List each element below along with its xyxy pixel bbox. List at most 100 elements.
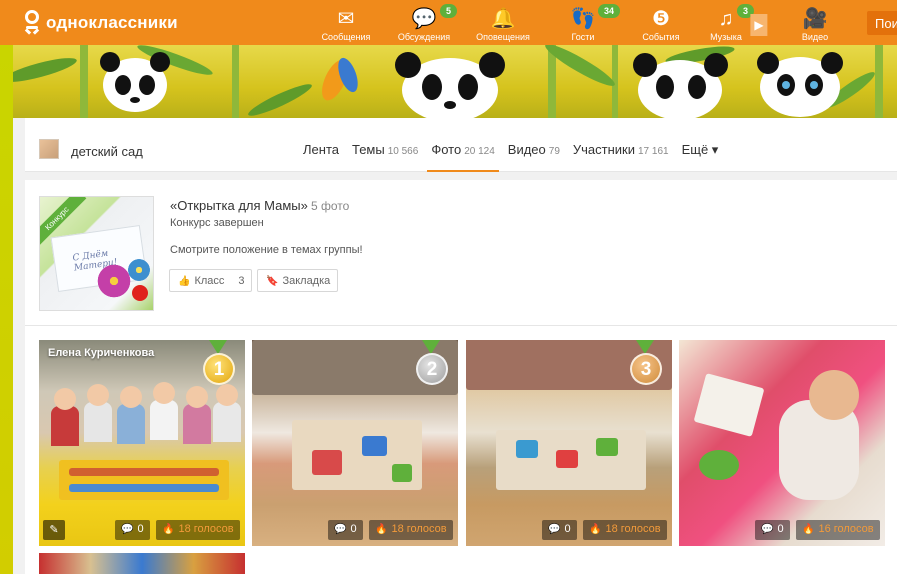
tab-more-label: Ещё ▾ [681, 142, 719, 157]
logo-text: одноклассники [46, 13, 178, 32]
like-count: 3 [238, 275, 245, 287]
vote-icon: 🔥 [375, 524, 388, 535]
album-status: Конкурс завершен [170, 217, 264, 229]
votes-count[interactable]: 🔥 18 голосов [583, 520, 667, 540]
album-thumbnail[interactable]: С Днём Матери! Конкурс [39, 196, 154, 311]
nav-guests[interactable]: 👣 34 Гости [563, 0, 621, 45]
comment-icon: 💬 [548, 524, 561, 535]
comments-value: 0 [350, 523, 357, 535]
search-button[interactable]: Пои [867, 11, 897, 35]
group-tabs: Лента Темы 10 566 Фото 20 124 Видео 79 Учас… [303, 128, 731, 172]
votes-count[interactable]: 🔥 18 голосов [369, 520, 453, 540]
tab-videos-label: Видео [507, 142, 546, 157]
discussions-badge: 5 [440, 4, 458, 18]
group-cover-banner [0, 45, 897, 118]
guests-badge: 34 [598, 4, 621, 18]
tab-topics-label: Темы [351, 142, 385, 157]
section-separator [25, 172, 897, 180]
nav-video-label: Видео [801, 32, 829, 42]
video-camera-icon: 🎥 [802, 8, 828, 30]
play-icon: ▶ [750, 14, 768, 36]
album-title[interactable]: «Открытка для Мамы» [170, 198, 308, 213]
vote-icon: 🔥 [162, 524, 175, 535]
like-label: Класс [194, 275, 225, 287]
tab-videos[interactable]: Видео 79 [508, 128, 560, 172]
tab-feed[interactable]: Лента [303, 128, 339, 172]
nav-messages-label: Сообщения [321, 32, 371, 42]
photo-author[interactable]: Елена Куриченкова [48, 347, 154, 359]
comments-count[interactable]: 💬 0 [115, 520, 150, 540]
comments-value: 0 [777, 523, 784, 535]
site-logo[interactable]: одноклассники [24, 10, 178, 36]
place-medal-icon: 2 [416, 353, 448, 385]
bookmark-button[interactable]: 🔖 Закладка [257, 269, 338, 292]
contest-photo[interactable]: 💬 0 🔥 16 голосов [679, 340, 885, 546]
nav-video[interactable]: 🎥 Видео [798, 0, 832, 45]
music-play-button[interactable]: ▶ [749, 0, 769, 45]
tab-feed-label: Лента [303, 142, 339, 157]
album-divider [25, 325, 897, 326]
comments-value: 0 [137, 523, 144, 535]
tab-members[interactable]: Участники 17 161 [573, 128, 669, 172]
nav-discussions[interactable]: 💬 5 Обсуждения [394, 0, 458, 45]
group-header: детский сад Лента Темы 10 566 Фото 20 124 … [25, 128, 897, 172]
ok-logo-icon [24, 10, 40, 36]
tab-photos[interactable]: Фото 20 124 [427, 128, 500, 172]
medal-ribbon [422, 340, 440, 354]
footprints-icon: 👣 [570, 8, 596, 30]
nav-events[interactable]: ❺ События [640, 0, 682, 45]
nav-notifications-label: Оповещения [476, 32, 530, 42]
tab-members-count: 17 161 [638, 146, 669, 157]
medal-ribbon [209, 340, 227, 354]
left-decor-strip [0, 45, 13, 574]
tab-photos-label: Фото [431, 142, 462, 157]
flower-decoration [132, 285, 148, 301]
like-button[interactable]: 👍 Класс 3 [169, 269, 252, 292]
chat-icon: 💬 [411, 8, 437, 30]
group-avatar[interactable] [39, 139, 59, 159]
comments-count[interactable]: 💬 0 [755, 520, 790, 540]
tab-members-label: Участники [572, 142, 635, 157]
thumbs-up-icon: 👍 [178, 276, 191, 287]
music-icon: ♫ [718, 8, 734, 30]
comments-count[interactable]: 💬 0 [328, 520, 363, 540]
comment-icon: 💬 [121, 524, 134, 535]
flower-decoration [128, 259, 150, 281]
contest-photo-partial[interactable] [39, 553, 245, 574]
group-name[interactable]: детский сад [71, 144, 143, 159]
medal-ribbon [636, 340, 654, 354]
tab-photos-count: 20 124 [464, 146, 495, 157]
events-icon: ❺ [652, 8, 670, 30]
comment-icon: 💬 [761, 524, 774, 535]
votes-value: 18 голосов [605, 523, 661, 535]
votes-count[interactable]: 🔥 18 голосов [156, 520, 240, 540]
nav-messages[interactable]: ✉ Сообщения [318, 0, 374, 45]
nav-events-label: События [642, 32, 680, 42]
envelope-icon: ✉ [337, 8, 355, 30]
nav-guests-label: Гости [571, 32, 595, 42]
nav-music[interactable]: ♫ 3 Музыка [708, 0, 755, 45]
tab-topics[interactable]: Темы 10 566 [352, 128, 418, 172]
nav-discussions-label: Обсуждения [397, 32, 451, 42]
votes-count[interactable]: 🔥 16 голосов [796, 520, 880, 540]
place-medal-icon: 3 [630, 353, 662, 385]
edit-pencil-icon[interactable]: ✎ [43, 520, 65, 540]
panda-illustration [3, 45, 883, 118]
bookmark-label: Закладка [282, 275, 331, 287]
contest-photo[interactable]: 2 💬 0 🔥 18 голосов [252, 340, 458, 546]
contest-photo[interactable]: 3 💬 0 🔥 18 голосов [466, 340, 672, 546]
vote-icon: 🔥 [589, 524, 602, 535]
tab-more[interactable]: Ещё ▾ [682, 128, 719, 172]
vote-icon: 🔥 [802, 524, 815, 535]
nav-notifications[interactable]: 🔔 Оповещения [472, 0, 534, 45]
bell-icon: 🔔 [490, 8, 516, 30]
bookmark-icon: 🔖 [266, 276, 279, 287]
place-medal-icon: 1 [203, 353, 235, 385]
votes-value: 18 голосов [391, 523, 447, 535]
votes-value: 18 голосов [178, 523, 234, 535]
nav-music-label: Музыка [710, 32, 742, 42]
comments-count[interactable]: 💬 0 [542, 520, 577, 540]
tab-topics-count: 10 566 [387, 146, 419, 157]
contest-photo[interactable]: Елена Куриченкова 1 ✎ 💬 0 🔥 18 голосов [39, 340, 245, 546]
album-description: Смотрите положение в темах группы! [170, 244, 363, 256]
